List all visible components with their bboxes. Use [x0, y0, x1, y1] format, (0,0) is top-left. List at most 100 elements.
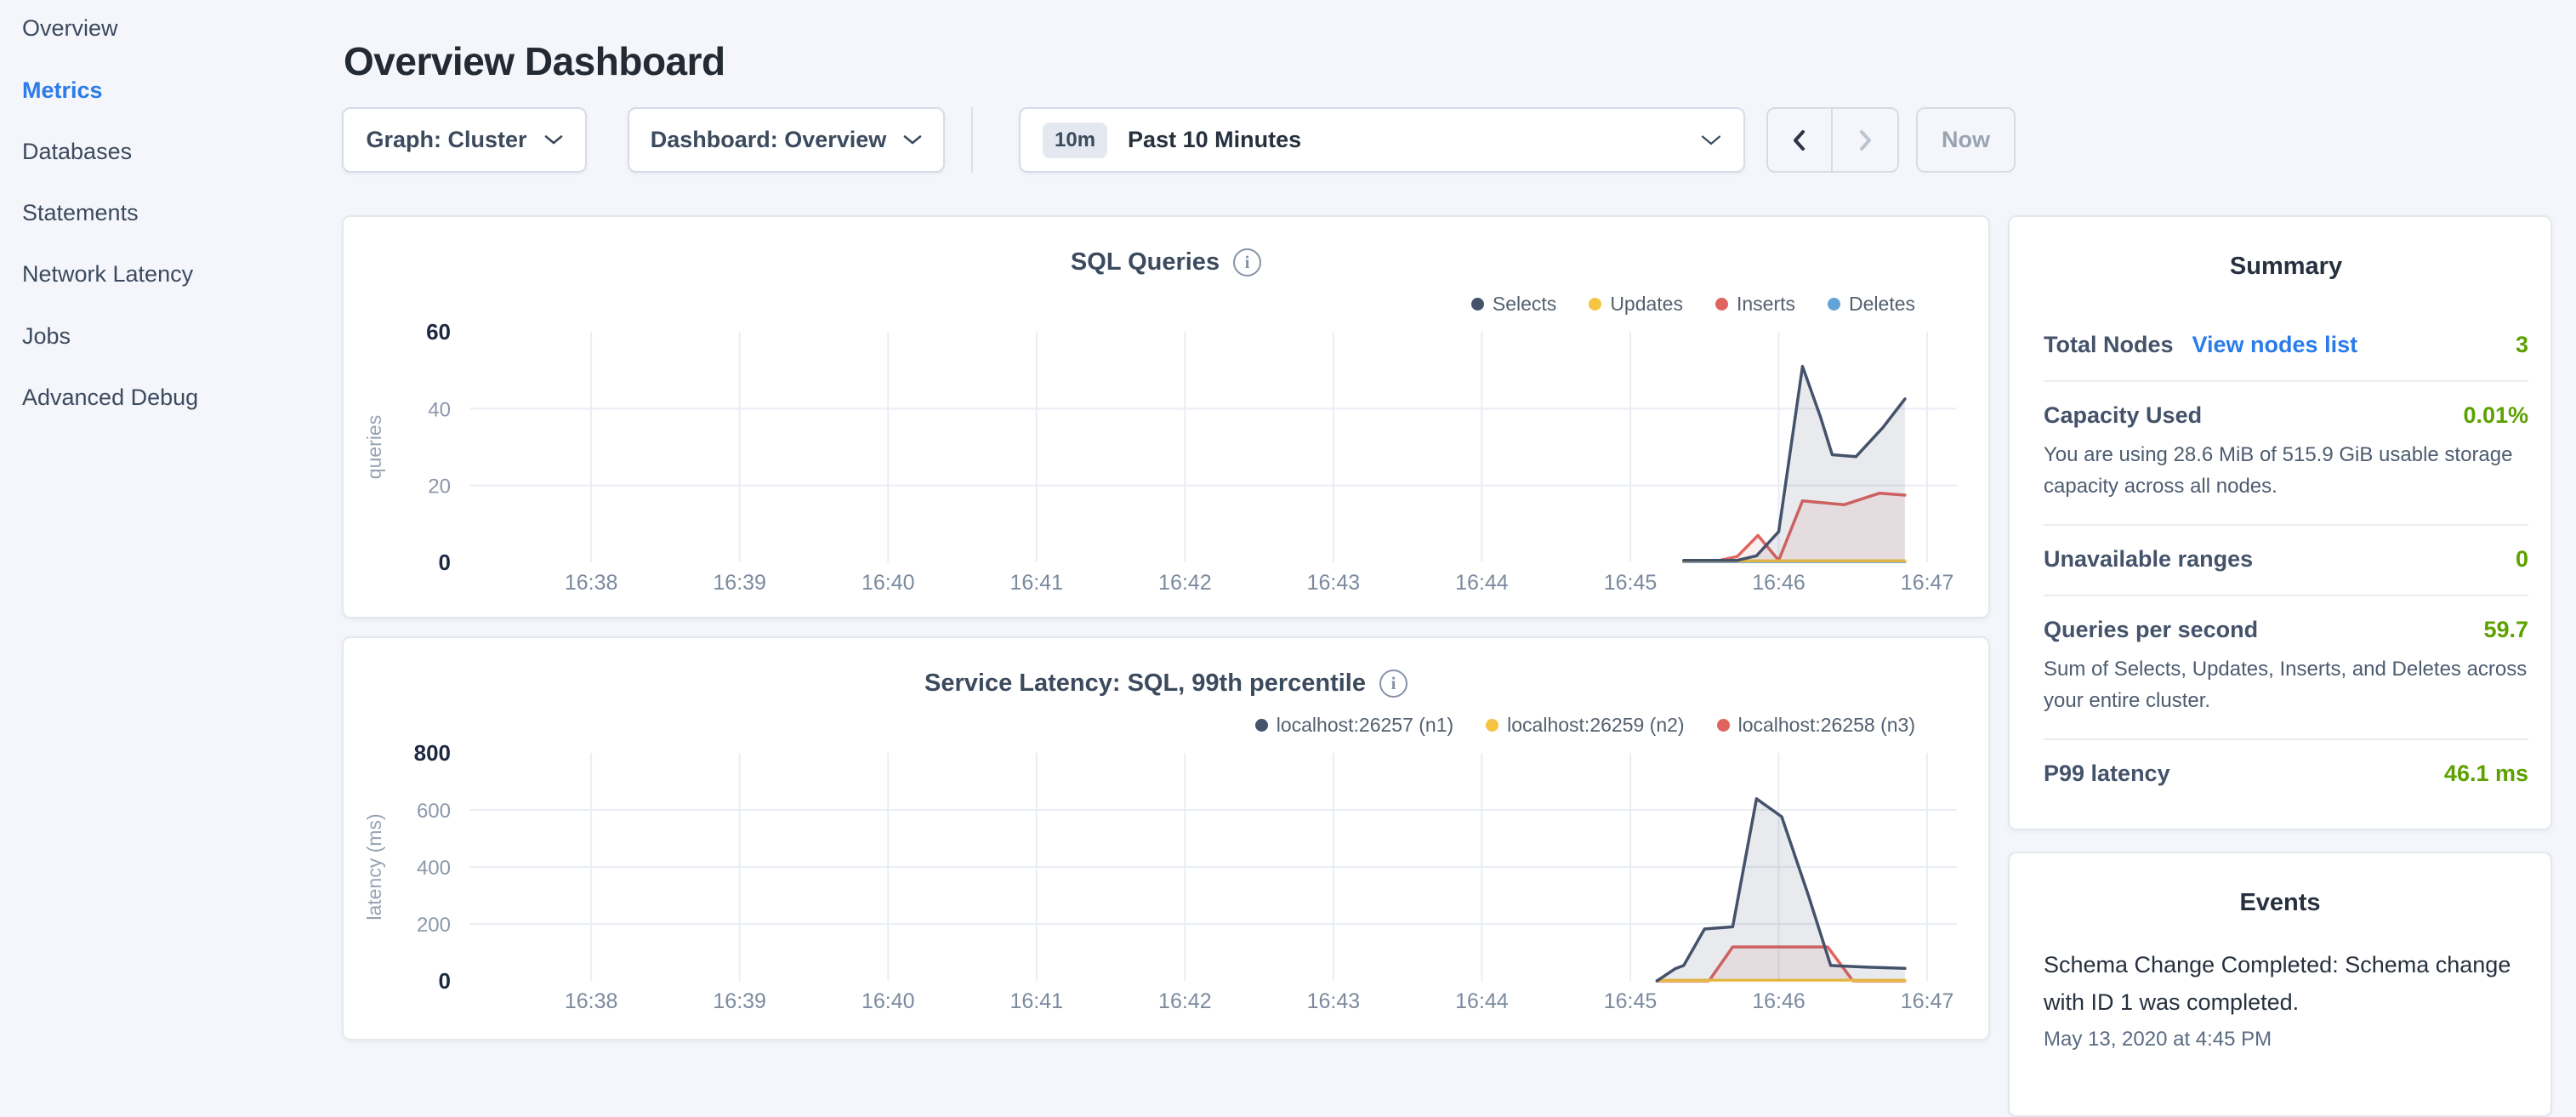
stat-label: Total Nodes: [2044, 332, 2174, 358]
graph-scope-dropdown[interactable]: Graph: Cluster: [342, 107, 587, 173]
svg-text:600: 600: [417, 800, 451, 823]
sidebar-item-metrics[interactable]: Metrics: [22, 77, 103, 104]
chevron-down-icon: [903, 134, 922, 145]
svg-text:16:43: 16:43: [1307, 989, 1361, 1013]
svg-text:16:38: 16:38: [565, 571, 618, 595]
stat-description: You are using 28.6 MiB of 515.9 GiB usab…: [2044, 439, 2528, 502]
summary-row-queries-per-second: Queries per second 59.7 Sum of Selects, …: [2044, 596, 2528, 740]
sidebar-item-statements[interactable]: Statements: [22, 200, 139, 226]
event-message: Schema Change Completed: Schema change w…: [2044, 946, 2516, 1021]
svg-text:16:40: 16:40: [862, 989, 915, 1013]
chart-title: Service Latency: SQL, 99th percentile: [924, 670, 1366, 698]
legend-dot-icon: [1471, 298, 1484, 311]
sidebar-item-jobs[interactable]: Jobs: [22, 323, 71, 350]
svg-text:16:47: 16:47: [1901, 989, 1954, 1013]
chart-title: SQL Queries: [1071, 248, 1220, 276]
svg-text:16:42: 16:42: [1158, 989, 1212, 1013]
legend-label: Inserts: [1737, 293, 1795, 316]
svg-text:16:43: 16:43: [1307, 571, 1361, 595]
sidebar-item-network-latency[interactable]: Network Latency: [22, 261, 193, 288]
stat-value: 0.01%: [2463, 402, 2528, 429]
stat-value: 46.1 ms: [2444, 761, 2528, 787]
page-title: Overview Dashboard: [344, 38, 725, 84]
sql-queries-chart-card: SQL Queries i Selects Updates Inserts Delet…: [342, 215, 1990, 618]
info-icon[interactable]: i: [1379, 670, 1407, 698]
legend-label: Deletes: [1849, 293, 1915, 316]
stat-value: 0: [2516, 546, 2528, 573]
legend-label: Selects: [1493, 293, 1556, 316]
svg-text:16:41: 16:41: [1010, 571, 1064, 595]
graph-scope-label: Graph: Cluster: [366, 127, 526, 153]
stat-value: 3: [2516, 332, 2528, 358]
svg-text:200: 200: [417, 914, 451, 937]
legend-label: localhost:26258 (n3): [1738, 714, 1915, 737]
legend-dot-icon: [1717, 719, 1730, 732]
svg-text:16:45: 16:45: [1604, 989, 1658, 1013]
next-time-window-button[interactable]: [1833, 109, 1897, 171]
summary-row-total-nodes: Total Nodes View nodes list 3: [2044, 311, 2528, 382]
chevron-left-icon: [1788, 128, 1811, 152]
stat-label: Unavailable ranges: [2044, 546, 2253, 573]
events-title: Events: [2044, 889, 2516, 917]
summary-row-capacity-used: Capacity Used 0.01% You are using 28.6 M…: [2044, 382, 2528, 526]
stat-description: Sum of Selects, Updates, Inserts, and De…: [2044, 653, 2528, 716]
svg-text:queries: queries: [363, 415, 385, 479]
svg-text:16:41: 16:41: [1010, 989, 1064, 1013]
svg-text:0: 0: [439, 968, 451, 994]
legend-dot-icon: [1715, 298, 1728, 311]
svg-text:16:44: 16:44: [1455, 571, 1509, 595]
dashboard-dropdown[interactable]: Dashboard: Overview: [628, 107, 945, 173]
svg-text:16:46: 16:46: [1752, 571, 1805, 595]
legend-item: Selects: [1471, 293, 1556, 316]
sidebar-item-overview[interactable]: Overview: [22, 15, 118, 42]
sql-queries-plot: 0 20 40 60 16:38 16:39 16:40 16:41 16:42 16:43 16:…: [344, 217, 1992, 620]
svg-text:800: 800: [414, 740, 451, 766]
svg-text:20: 20: [428, 476, 451, 499]
sidebar-item-databases[interactable]: Databases: [22, 139, 132, 165]
legend-label: localhost:26259 (n2): [1507, 714, 1684, 737]
legend-item: Deletes: [1828, 293, 1915, 316]
stat-value: 59.7: [2483, 617, 2528, 643]
svg-text:16:44: 16:44: [1455, 989, 1509, 1013]
legend-dot-icon: [1589, 298, 1601, 311]
svg-text:400: 400: [417, 857, 451, 880]
legend-label: Updates: [1610, 293, 1683, 316]
events-panel: Events Schema Change Completed: Schema c…: [2008, 852, 2552, 1117]
stat-label: Queries per second: [2044, 617, 2258, 643]
legend-item: localhost:26259 (n2): [1486, 714, 1684, 737]
now-button[interactable]: Now: [1916, 107, 2016, 173]
svg-text:0: 0: [439, 550, 451, 575]
chevron-down-icon: [544, 134, 563, 145]
view-nodes-list-link[interactable]: View nodes list: [2192, 332, 2358, 358]
legend-dot-icon: [1486, 719, 1498, 732]
chart-legend: localhost:26257 (n1) localhost:26259 (n2)…: [1255, 714, 1915, 737]
chart-legend: Selects Updates Inserts Deletes: [1471, 293, 1915, 316]
svg-text:16:46: 16:46: [1752, 989, 1805, 1013]
svg-text:16:39: 16:39: [713, 571, 766, 595]
time-window-label: Past 10 Minutes: [1128, 127, 1301, 153]
svg-text:latency (ms): latency (ms): [363, 813, 385, 920]
service-latency-plot: 020040060080016:3816:3916:4016:4116:4216…: [344, 638, 1992, 1042]
info-icon[interactable]: i: [1233, 248, 1261, 276]
event-timestamp: May 13, 2020 at 4:45 PM: [2044, 1028, 2516, 1051]
svg-text:16:39: 16:39: [713, 989, 766, 1013]
summary-title: Summary: [2044, 253, 2528, 281]
legend-dot-icon: [1255, 719, 1268, 732]
svg-text:60: 60: [426, 319, 451, 345]
legend-item: Updates: [1589, 293, 1683, 316]
event-list-item[interactable]: Schema Change Completed: Schema change w…: [2044, 946, 2516, 1051]
toolbar-divider: [971, 107, 973, 173]
legend-label: localhost:26257 (n1): [1277, 714, 1453, 737]
summary-row-p99-latency: P99 latency 46.1 ms: [2044, 740, 2528, 809]
legend-item: Inserts: [1715, 293, 1795, 316]
summary-row-unavailable-ranges: Unavailable ranges 0: [2044, 526, 2528, 596]
prev-time-window-button[interactable]: [1768, 109, 1833, 171]
svg-text:16:42: 16:42: [1158, 571, 1212, 595]
legend-item: localhost:26258 (n3): [1717, 714, 1915, 737]
svg-text:16:40: 16:40: [862, 571, 915, 595]
svg-text:40: 40: [428, 398, 451, 421]
service-latency-chart-card: Service Latency: SQL, 99th percentile i …: [342, 636, 1990, 1040]
time-window-dropdown[interactable]: 10m Past 10 Minutes: [1019, 107, 1745, 173]
stat-label: P99 latency: [2044, 761, 2170, 787]
sidebar-item-advanced-debug[interactable]: Advanced Debug: [22, 385, 198, 411]
